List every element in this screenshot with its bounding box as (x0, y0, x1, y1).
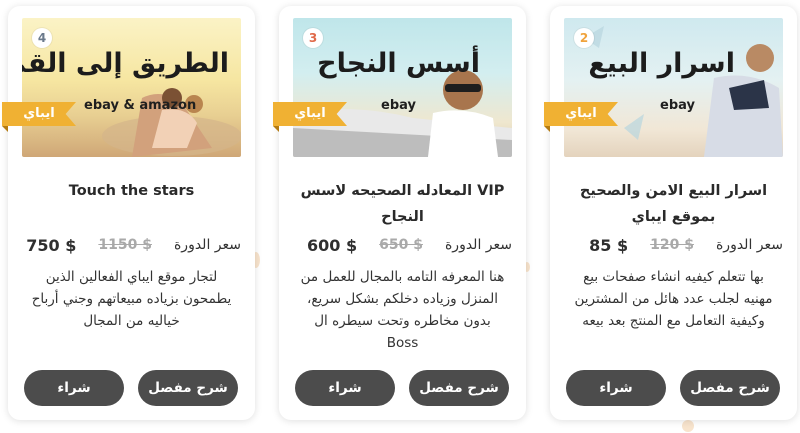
course-description: لتجار موقع ايباي الفعالين الذين يطمحون ب… (31, 269, 232, 329)
new-price: 600 $ (307, 235, 358, 255)
new-price: 85 $ (589, 235, 629, 255)
thumbnail-brand: ebay (660, 98, 695, 113)
man-in-car-illustration (293, 70, 512, 157)
course-thumbnail[interactable]: أسس النجاح ebay 3 (293, 18, 512, 157)
buy-button[interactable]: شراء (24, 370, 124, 406)
thumbnail-title: اسرار البيع (588, 48, 735, 79)
detail-button[interactable]: شرح مفصل (138, 370, 238, 406)
price-row: سعر الدورة 120 $ 85 $ (564, 232, 783, 258)
couple-beach-illustration (102, 88, 241, 157)
new-price: 750 $ (26, 235, 77, 255)
course-thumbnail[interactable]: اسرار البيع ebay 2 (564, 18, 783, 157)
course-thumbnail[interactable]: الطريق إلى القمه ebay & amazon 4 (22, 18, 241, 157)
thumbnail-title: الطريق إلى القمه (22, 48, 229, 79)
ebay-ribbon-tag: ايباي (273, 102, 347, 126)
price-label: سعر الدورة (715, 237, 783, 253)
buy-button[interactable]: شراء (295, 370, 395, 406)
course-number-badge: 4 (32, 28, 52, 48)
old-price: 1150 $ (98, 237, 152, 253)
price-label: سعر الدورة (173, 237, 241, 253)
decorative-dot (682, 420, 694, 432)
old-price: 120 $ (650, 237, 694, 253)
ebay-ribbon-tag: ايباي (544, 102, 618, 126)
course-card-3: أسس النجاح ebay 3 ايباي VIP المعادله الص… (273, 6, 526, 420)
ribbon-fold (2, 126, 8, 132)
ribbon-fold (544, 126, 550, 132)
old-price: 650 $ (379, 237, 423, 253)
detail-button[interactable]: شرح مفصل (680, 370, 780, 406)
businessman-relaxing-illustration (584, 26, 783, 157)
ribbon-fold (273, 126, 279, 132)
course-title: Touch the stars (68, 183, 195, 199)
course-description: بها تتعلم كيفيه انشاء صفحات بيع مهنيه لج… (574, 269, 773, 329)
course-description: هنا المعرفه التامه بالمجال للعمل من المن… (300, 269, 505, 351)
thumbnail-brand: ebay (381, 98, 416, 113)
price-row: سعر الدورة 1150 $ 750 $ (22, 232, 241, 258)
course-card-2: اسرار البيع ebay 2 ايباي اسرار البيع الا… (544, 6, 797, 420)
course-title: VIP المعادله الصحيحه لاسس النجاح (300, 183, 505, 225)
course-title: اسرار البيع الامن والصحيح بموقع ايباي (579, 183, 768, 225)
detail-button[interactable]: شرح مفصل (409, 370, 509, 406)
course-card-4: الطريق إلى القمه ebay & amazon 4 ايباي T… (2, 6, 255, 420)
price-row: سعر الدورة 650 $ 600 $ (293, 232, 512, 258)
thumbnail-title: أسس النجاح (317, 48, 480, 79)
buy-button[interactable]: شراء (566, 370, 666, 406)
thumbnail-brand: ebay & amazon (84, 98, 197, 113)
price-label: سعر الدورة (444, 237, 512, 253)
ebay-ribbon-tag: ايباي (2, 102, 76, 126)
course-number-badge: 2 (574, 28, 594, 48)
course-number-badge: 3 (303, 28, 323, 48)
